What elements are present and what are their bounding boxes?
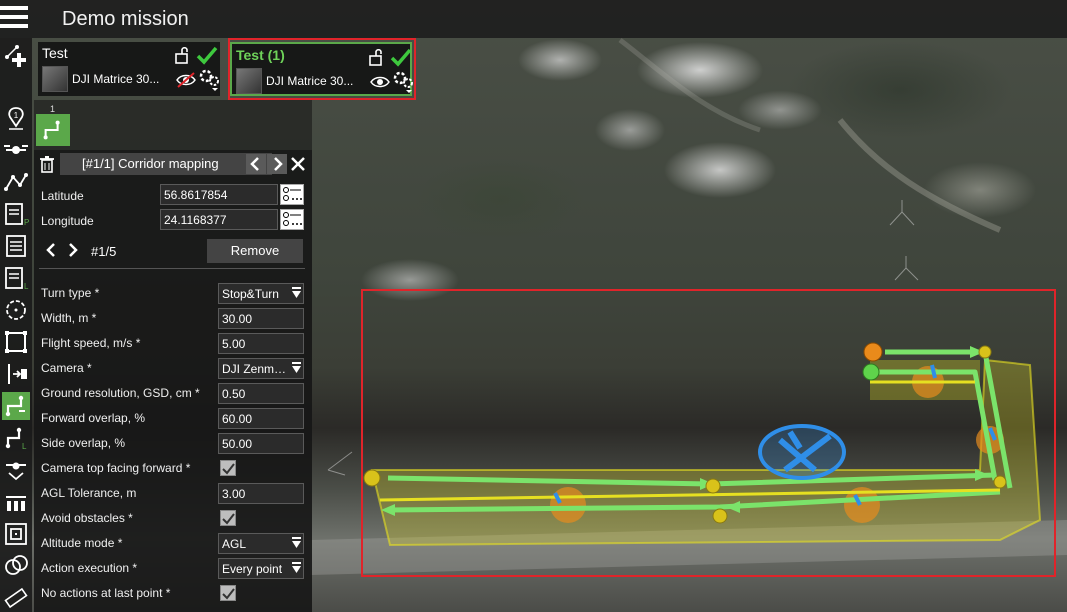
- ruler-icon[interactable]: [2, 584, 30, 612]
- check-icon: [222, 588, 235, 600]
- waypoint-pin-icon[interactable]: 1: [2, 104, 30, 132]
- next-point-icon[interactable]: [63, 240, 83, 260]
- drone-icon[interactable]: [2, 136, 30, 164]
- param-label: AGL Tolerance, m: [41, 486, 137, 500]
- gsd-field[interactable]: [218, 383, 304, 404]
- route-tab-number: 1: [50, 104, 56, 114]
- select-value: AGL: [222, 537, 247, 551]
- top-bar: Demo mission: [0, 0, 1067, 38]
- tool-strip: 1 P L L: [0, 38, 32, 612]
- segment-title: [#1/1] Corridor mapping: [60, 153, 272, 175]
- camera-top-forward-checkbox[interactable]: [220, 460, 236, 476]
- coordinate-format-button[interactable]: [280, 209, 304, 230]
- list-plan-icon[interactable]: [2, 232, 30, 260]
- photo-plan-icon[interactable]: P: [2, 200, 30, 228]
- chevron-left-icon[interactable]: [246, 154, 266, 174]
- forward-overlap-field[interactable]: [218, 408, 304, 429]
- settings-gear-icon[interactable]: [198, 68, 220, 92]
- coordinate-format-button[interactable]: [280, 184, 304, 205]
- dropdown-caret-icon: [292, 362, 301, 373]
- width-field[interactable]: [218, 308, 304, 329]
- param-label: Altitude mode *: [41, 536, 123, 550]
- altitude-mode-select[interactable]: AGL: [218, 533, 304, 554]
- eye-hidden-icon[interactable]: [176, 72, 196, 88]
- corridor-route-highlight: [361, 289, 1056, 577]
- select-value: DJI Zenmuse: [222, 362, 294, 376]
- param-label: Flight speed, m/s *: [41, 336, 141, 350]
- param-label: Turn type *: [41, 286, 100, 300]
- trash-icon[interactable]: [38, 155, 56, 173]
- dropdown-caret-icon: [292, 287, 301, 298]
- panel-header: [#1/1] Corridor mapping: [34, 150, 312, 178]
- prev-point-icon[interactable]: [41, 240, 61, 260]
- menu-icon[interactable]: [0, 6, 28, 32]
- drone-thumbnail: [42, 66, 68, 92]
- select-value: Stop&Turn: [222, 287, 279, 301]
- close-icon[interactable]: [289, 155, 307, 173]
- param-label: Camera *: [41, 361, 92, 375]
- avoid-obstacles-checkbox[interactable]: [220, 510, 236, 526]
- latitude-label: Latitude: [41, 189, 84, 203]
- longitude-label: Longitude: [41, 214, 94, 228]
- param-label: Avoid obstacles *: [41, 511, 133, 525]
- area-icon[interactable]: [2, 328, 30, 356]
- check-icon[interactable]: [196, 44, 218, 66]
- point-counter: #1/5: [91, 244, 117, 259]
- selected-vehicle-highlight: [228, 38, 416, 100]
- mission-title: Demo mission: [62, 8, 189, 30]
- dropdown-caret-icon: [292, 562, 301, 573]
- vertical-scan-icon[interactable]: [2, 360, 30, 388]
- coordinate-icon: [283, 187, 302, 201]
- svg-text:L: L: [24, 282, 29, 291]
- remove-point-button[interactable]: Remove: [207, 239, 303, 263]
- chevron-right-icon[interactable]: [267, 154, 287, 174]
- check-icon: [222, 513, 235, 525]
- vehicle-card[interactable]: Test DJI Matrice 30...: [38, 42, 220, 96]
- circle-icon[interactable]: [2, 296, 30, 324]
- agl-tolerance-field[interactable]: [218, 483, 304, 504]
- svg-text:L: L: [22, 442, 27, 451]
- facade-scan-icon[interactable]: [2, 488, 30, 516]
- param-label: Side overlap, %: [41, 436, 126, 450]
- side-overlap-field[interactable]: [218, 433, 304, 454]
- dropdown-caret-icon: [292, 537, 301, 548]
- vehicle-model: DJI Matrice 30...: [72, 72, 160, 86]
- latitude-field[interactable]: [160, 184, 278, 205]
- add-route-icon[interactable]: [2, 42, 30, 70]
- check-icon: [222, 463, 235, 475]
- route-properties-panel: [#1/1] Corridor mapping Latitude Longitu…: [34, 150, 312, 612]
- param-label: Action execution *: [41, 561, 138, 575]
- divider: [39, 268, 305, 269]
- param-label: Forward overlap, %: [41, 411, 146, 425]
- param-label: Width, m *: [41, 311, 97, 325]
- select-value: Every point: [222, 562, 283, 576]
- spiral-icon[interactable]: [2, 520, 30, 548]
- svg-text:1: 1: [14, 111, 19, 120]
- unlock-icon[interactable]: [174, 46, 192, 64]
- longitude-field[interactable]: [160, 209, 278, 230]
- param-label: Camera top facing forward *: [41, 461, 191, 475]
- route-tab-row: [34, 100, 312, 150]
- drone-survey-icon[interactable]: [2, 456, 30, 484]
- route-tab-corridor[interactable]: [36, 114, 70, 146]
- corridor-mapping-icon: [43, 120, 60, 140]
- camera-select[interactable]: DJI Zenmuse: [218, 358, 304, 379]
- no-actions-last-point-checkbox[interactable]: [220, 585, 236, 601]
- vehicle-name: Test: [42, 45, 68, 61]
- polyline-icon[interactable]: [2, 168, 30, 196]
- orbit-icon[interactable]: [2, 552, 30, 580]
- param-label: Ground resolution, GSD, cm *: [41, 386, 200, 400]
- param-label: No actions at last point *: [41, 586, 171, 600]
- action-execution-select[interactable]: Every point: [218, 558, 304, 579]
- lidar-plan-icon[interactable]: L: [2, 264, 30, 292]
- turn-type-select[interactable]: Stop&Turn: [218, 283, 304, 304]
- coordinate-icon: [283, 212, 302, 226]
- flight-speed-field[interactable]: [218, 333, 304, 354]
- corridor-lidar-icon[interactable]: L: [2, 424, 30, 452]
- corridor-mapping-icon[interactable]: [2, 392, 30, 420]
- svg-text:P: P: [24, 218, 29, 227]
